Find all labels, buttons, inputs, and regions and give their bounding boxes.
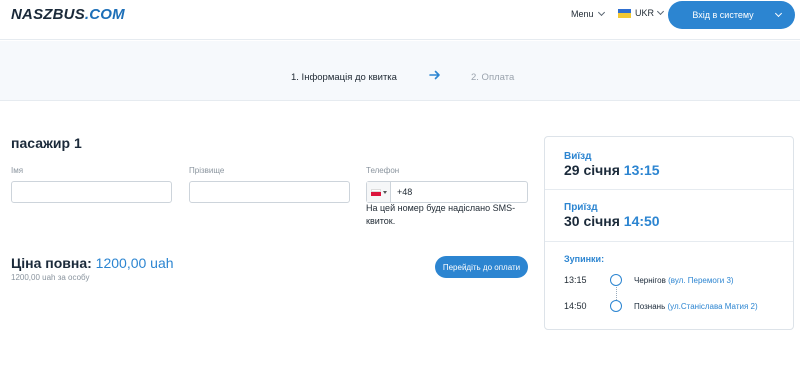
route-line xyxy=(615,287,617,300)
caret-down-icon xyxy=(382,190,387,194)
ukraine-flag-icon xyxy=(618,8,631,18)
departure-label: Виїзд xyxy=(564,151,592,162)
login-label: Вхід в систему xyxy=(692,10,754,20)
departure-time: 13:15 xyxy=(623,162,660,178)
phone-input[interactable]: +48 xyxy=(366,181,528,203)
login-button[interactable]: Вхід в систему xyxy=(668,1,795,29)
price-label: Ціна повна: xyxy=(11,255,92,271)
step-ticket-info: 1. Інформація до квитка xyxy=(291,72,397,83)
departure-datetime: 29 січня 13:15 xyxy=(564,162,660,178)
total-price: Ціна повна: 1200,00 uah xyxy=(11,255,174,271)
top-header: NASZBUS.COM Menu UKR Вхід в систему xyxy=(0,0,800,40)
price-amount: 1200,00 uah xyxy=(95,255,174,271)
chevron-down-icon xyxy=(656,7,665,16)
divider xyxy=(545,241,793,242)
step-payment: 2. Оплата xyxy=(471,72,515,83)
stop-city: Познань xyxy=(634,302,666,311)
passenger-title: пасажир 1 xyxy=(11,135,82,151)
poland-flag-icon xyxy=(370,188,381,196)
departure-date: 29 січня xyxy=(564,162,620,178)
sms-note: На цей номер буде надіслано SMS-квиток. xyxy=(366,203,516,226)
stop-time: 14:50 xyxy=(564,301,587,311)
arrival-date: 30 січня xyxy=(564,213,620,229)
checkout-steps: 1. Інформація до квитка 2. Оплата xyxy=(0,41,800,101)
first-name-label: Імя xyxy=(11,166,24,175)
stop-circle-icon xyxy=(610,274,622,286)
arrival-time: 14:50 xyxy=(623,213,660,229)
country-code-selector[interactable] xyxy=(367,182,391,202)
stop-name: Чернігов (вул. Перемоги 3) xyxy=(634,276,734,285)
stop-time: 13:15 xyxy=(564,275,587,285)
stop-address[interactable]: (вул. Перемоги 3) xyxy=(668,276,733,285)
arrow-right-icon xyxy=(429,70,440,80)
arrival-datetime: 30 січня 14:50 xyxy=(564,213,660,229)
site-logo[interactable]: NASZBUS.COM xyxy=(11,6,125,23)
stop-circle-icon xyxy=(610,300,622,312)
logo-main: NASZBUS xyxy=(11,6,85,23)
price-per-person: 1200,00 uah за особу xyxy=(11,273,90,282)
stop-name: Познань (ул.Станіслава Матия 2) xyxy=(634,302,758,311)
stop-city: Чернігов xyxy=(634,276,666,285)
phone-label: Телефон xyxy=(366,166,400,175)
chevron-down-icon xyxy=(597,8,605,17)
arrival-label: Приїзд xyxy=(564,202,598,213)
divider xyxy=(545,189,793,190)
menu-label: Menu xyxy=(571,9,594,19)
stop-address[interactable]: (ул.Станіслава Матия 2) xyxy=(667,302,757,311)
first-name-input[interactable] xyxy=(11,181,172,203)
proceed-to-payment-button[interactable]: Перейдіть до оплати xyxy=(435,256,528,278)
menu-dropdown[interactable]: Menu xyxy=(571,8,605,19)
language-selector[interactable]: UKR xyxy=(618,7,665,18)
logo-suffix: .COM xyxy=(84,6,125,23)
stops-label: Зупинки: xyxy=(564,254,605,264)
last-name-input[interactable] xyxy=(189,181,350,203)
language-label: UKR xyxy=(635,8,655,18)
trip-summary-card: Виїзд 29 січня 13:15 Приїзд 30 січня 14:… xyxy=(544,136,794,330)
chevron-down-icon xyxy=(774,9,782,18)
last-name-label: Прізвище xyxy=(189,166,225,175)
phone-code: +48 xyxy=(397,187,413,197)
